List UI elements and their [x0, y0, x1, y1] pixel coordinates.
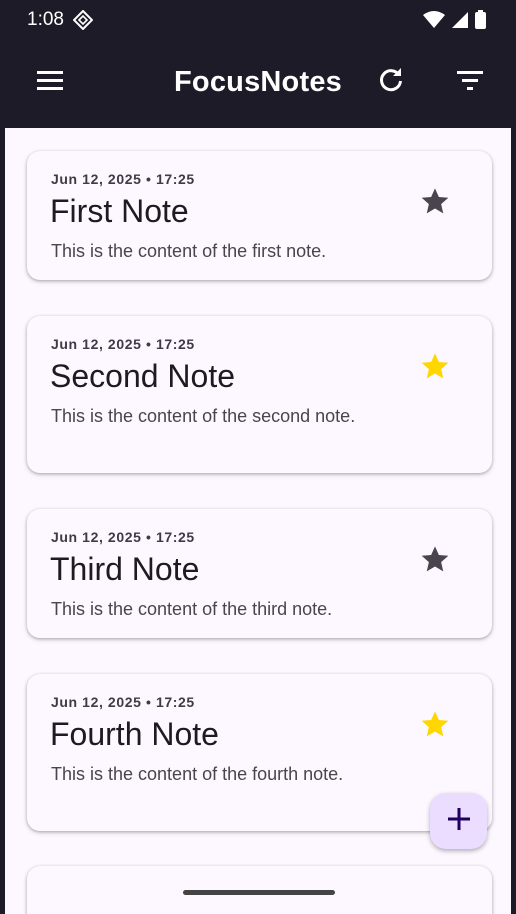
note-content: This is the content of the second note. [51, 406, 356, 426]
status-time: 1:08 [27, 9, 64, 30]
top-app-bar: FocusNotes [5, 40, 511, 128]
note-content: This is the content of the third note. [51, 599, 333, 619]
note-card[interactable]: Jun 12, 2025 • 17:25 First Note This is … [27, 151, 492, 280]
app-title-wrap: FocusNotes [5, 66, 511, 99]
note-date: Jun 12, 2025 • 17:25 [51, 529, 195, 545]
note-date: Jun 12, 2025 • 17:25 [51, 336, 195, 352]
refresh-button[interactable] [371, 62, 411, 102]
star-icon[interactable] [419, 350, 451, 382]
star-icon[interactable] [419, 185, 451, 217]
app-title: FocusNotes [174, 66, 342, 98]
status-bar: 1:08 [5, 0, 511, 40]
note-date: Jun 12, 2025 • 17:25 [51, 171, 195, 187]
filter-icon [457, 70, 483, 95]
note-title: Second Note [50, 358, 236, 394]
note-content: This is the content of the fourth note. [51, 764, 344, 784]
filter-button[interactable] [450, 62, 490, 102]
note-title: First Note [50, 193, 189, 229]
plus-icon [447, 807, 470, 835]
wifi-icon [423, 10, 445, 34]
refresh-icon [378, 67, 404, 98]
signal-icon [451, 11, 469, 34]
add-note-button[interactable] [430, 793, 487, 849]
note-content: This is the content of the first note. [51, 241, 327, 261]
status-icons [423, 10, 487, 34]
notification-icon [72, 9, 94, 31]
note-card[interactable]: Jun 12, 2025 • 17:25 Second Note This is… [27, 316, 492, 473]
battery-icon [475, 10, 487, 34]
note-title: Fourth Note [50, 716, 219, 752]
note-card[interactable]: Jun 12, 2025 • 17:25 Third Note This is … [27, 509, 492, 638]
star-icon[interactable] [419, 708, 451, 740]
note-date: Jun 12, 2025 • 17:25 [51, 694, 195, 710]
gesture-nav-bar[interactable] [183, 890, 335, 895]
note-card[interactable]: Jun 12, 2025 • 17:25 Fourth Note This is… [27, 674, 492, 831]
note-title: Third Note [50, 551, 200, 587]
star-icon[interactable] [419, 543, 451, 575]
app-screen: 1:08 FocusNotes Jun 12, 2025 • 17:25 Fir… [5, 0, 511, 914]
